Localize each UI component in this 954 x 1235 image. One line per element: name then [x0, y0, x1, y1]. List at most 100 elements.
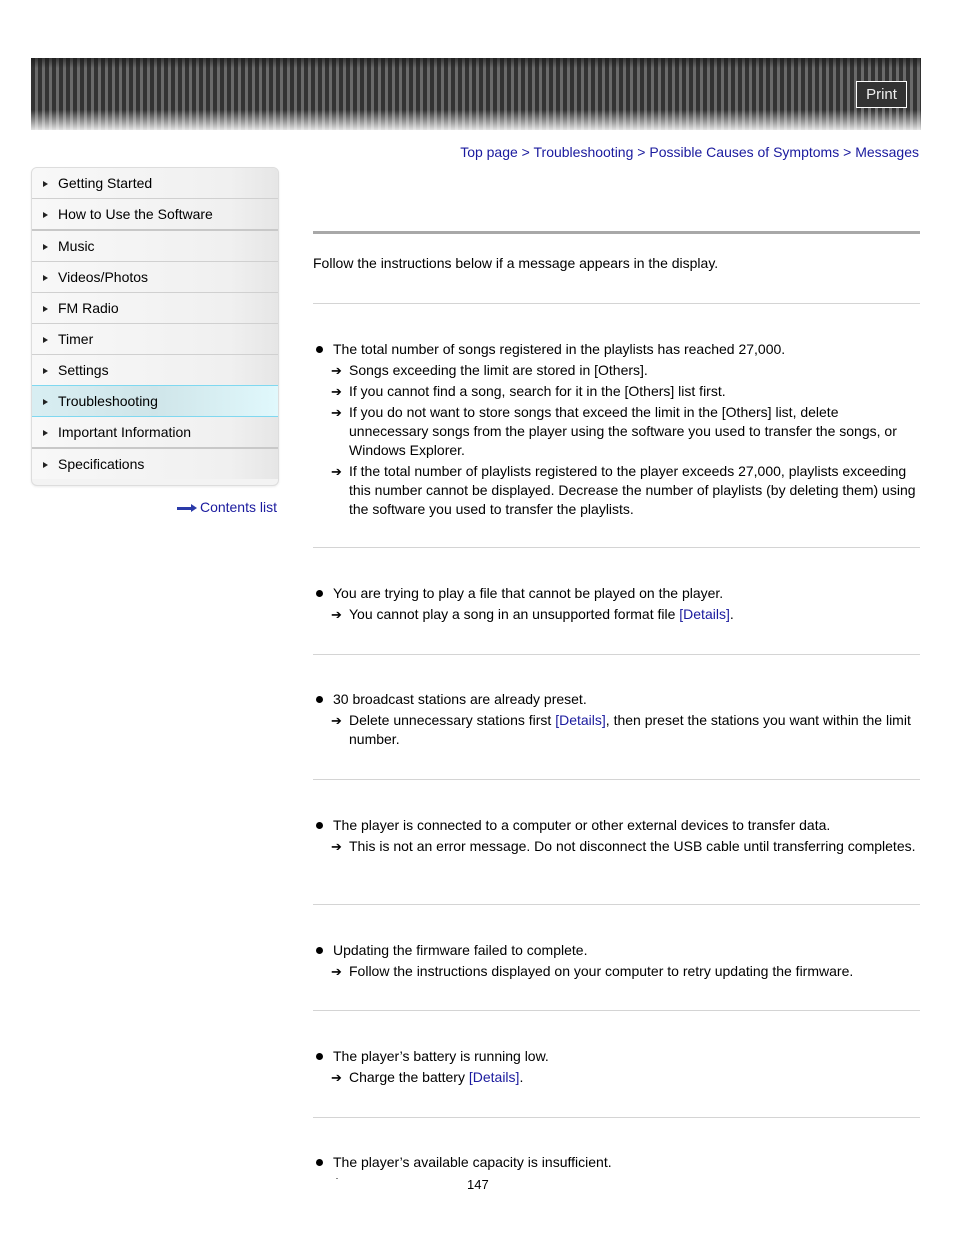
sidebar-item-label: Videos/Photos — [58, 269, 149, 285]
breadcrumb-separator: > — [839, 144, 856, 160]
remedy-text: If you do not want to store songs that e… — [349, 404, 897, 458]
arrow-right-icon: ➔ — [331, 713, 342, 728]
title-divider — [313, 231, 920, 234]
header-banner — [31, 58, 921, 130]
page-number: 147 — [467, 1177, 489, 1192]
triangle-right-icon — [43, 244, 48, 250]
message-section: 30 broadcast stations are already preset… — [313, 690, 920, 751]
section-divider — [313, 779, 920, 780]
sidebar-item-label: Important Information — [58, 424, 192, 440]
section-divider — [313, 904, 920, 905]
triangle-right-icon — [43, 462, 48, 468]
details-link[interactable]: [Details] — [469, 1069, 520, 1085]
sidebar-item-how-to-use-software[interactable]: How to Use the Software — [32, 199, 278, 231]
remedy-text: Delete unnecessary stations first — [349, 712, 556, 728]
remedy-text: If you cannot find a song, search for it… — [349, 383, 726, 399]
arrow-right-icon: ➔ — [331, 839, 342, 854]
cause-text: The total number of songs registered in … — [313, 340, 920, 359]
remedy-item: ➔ Delete unnecessary stations first [Det… — [313, 711, 920, 749]
remedy-item: ➔ You cannot play a song in an unsupport… — [313, 605, 920, 624]
message-section: The player’s battery is running low. ➔ C… — [313, 1047, 920, 1089]
sidebar-item-settings[interactable]: Settings — [32, 355, 278, 385]
message-section: Updating the firmware failed to complete… — [313, 941, 920, 983]
triangle-right-icon — [43, 181, 48, 187]
arrow-right-icon: ➔ — [331, 363, 342, 378]
remedy-text: This is not an error message. Do not dis… — [349, 838, 916, 854]
remedy-item: ➔ If the total number of playlists regis… — [313, 462, 920, 519]
breadcrumb-separator: > — [633, 144, 650, 160]
remedy-text: Follow the instructions displayed on you… — [349, 963, 854, 979]
cause-text: The player’s battery is running low. — [313, 1047, 920, 1066]
section-divider — [313, 654, 920, 655]
breadcrumb-possible-causes[interactable]: Possible Causes of Symptoms — [649, 144, 839, 160]
remedy-item: ➔ Charge the battery [Details]. — [313, 1068, 920, 1087]
sidebar-item-specifications[interactable]: Specifications — [32, 449, 278, 479]
triangle-right-icon — [43, 275, 48, 281]
remedy-text: Charge the battery — [349, 1069, 469, 1085]
arrow-right-icon: ➔ — [331, 405, 342, 420]
remedy-text: If the total number of playlists registe… — [349, 463, 916, 517]
sidebar-item-getting-started[interactable]: Getting Started — [32, 168, 278, 199]
sidebar-item-important-information[interactable]: Important Information — [32, 417, 278, 449]
print-button[interactable]: Print — [856, 81, 907, 108]
breadcrumb-troubleshooting[interactable]: Troubleshooting — [534, 144, 634, 160]
arrow-right-icon: ➔ — [331, 607, 342, 622]
remedy-item: ➔ If you cannot find a song, search for … — [313, 382, 920, 401]
triangle-right-icon — [43, 399, 48, 405]
sidebar-item-troubleshooting[interactable]: Troubleshooting — [32, 385, 278, 417]
remedy-text: You cannot play a song in an unsupported… — [349, 606, 680, 622]
triangle-right-icon — [43, 337, 48, 343]
cause-text: The player is connected to a computer or… — [313, 816, 920, 835]
sidebar-item-timer[interactable]: Timer — [32, 324, 278, 355]
breadcrumb: Top page > Troubleshooting > Possible Ca… — [460, 144, 919, 160]
breadcrumb-messages[interactable]: Messages — [855, 144, 919, 160]
cause-text: You are trying to play a file that canno… — [313, 584, 920, 603]
section-divider — [313, 547, 920, 548]
triangle-right-icon — [43, 306, 48, 312]
triangle-right-icon — [43, 430, 48, 436]
sidebar-item-label: Getting Started — [58, 175, 153, 191]
contents-list-label: Contents list — [199, 499, 277, 515]
contents-list-link[interactable]: Contents list — [176, 499, 277, 515]
sidebar-item-videos-photos[interactable]: Videos/Photos — [32, 262, 278, 293]
cause-text: Updating the firmware failed to complete… — [313, 941, 920, 960]
remedy-item: ➔ This is not an error message. Do not d… — [313, 837, 920, 856]
cut-off-arrow-fragment — [336, 1178, 338, 1179]
arrow-right-icon — [176, 504, 197, 513]
triangle-right-icon — [43, 368, 48, 374]
details-link[interactable]: [Details] — [679, 606, 730, 622]
cause-text: The player’s available capacity is insuf… — [313, 1153, 920, 1172]
sidebar-item-label: Music — [58, 238, 95, 254]
triangle-right-icon — [43, 212, 48, 218]
cause-text: 30 broadcast stations are already preset… — [313, 690, 920, 709]
sidebar-item-label: Timer — [58, 331, 94, 347]
remedy-item: ➔ Follow the instructions displayed on y… — [313, 962, 920, 981]
sidebar-item-label: Settings — [58, 362, 109, 378]
message-section: The total number of songs registered in … — [313, 340, 920, 521]
sidebar-item-label: Troubleshooting — [58, 393, 158, 409]
sidebar-item-label: Specifications — [58, 456, 145, 472]
remedy-item: ➔ Songs exceeding the limit are stored i… — [313, 361, 920, 380]
remedy-text-after: . — [729, 606, 734, 622]
section-divider — [313, 303, 920, 304]
arrow-right-icon: ➔ — [331, 964, 342, 979]
sidebar-item-label: FM Radio — [58, 300, 119, 316]
sidebar-nav: Getting Started How to Use the Software … — [31, 167, 279, 486]
intro-text: Follow the instructions below if a messa… — [313, 255, 719, 271]
breadcrumb-top-page[interactable]: Top page — [460, 144, 518, 160]
details-link[interactable]: [Details] — [555, 712, 606, 728]
message-section: The player is connected to a computer or… — [313, 816, 920, 858]
sidebar-item-label: How to Use the Software — [58, 206, 213, 222]
sidebar-item-fm-radio[interactable]: FM Radio — [32, 293, 278, 324]
remedy-text-after: . — [519, 1069, 524, 1085]
arrow-right-icon: ➔ — [331, 464, 342, 479]
remedy-item: ➔ If you do not want to store songs that… — [313, 403, 920, 460]
message-section: You are trying to play a file that canno… — [313, 584, 920, 626]
message-section: The player’s available capacity is insuf… — [313, 1153, 920, 1174]
arrow-right-icon: ➔ — [331, 1070, 342, 1085]
remedy-text: Songs exceeding the limit are stored in … — [349, 362, 648, 378]
breadcrumb-separator: > — [517, 144, 534, 160]
sidebar-item-music[interactable]: Music — [32, 231, 278, 262]
arrow-right-icon: ➔ — [331, 384, 342, 399]
section-divider — [313, 1010, 920, 1011]
